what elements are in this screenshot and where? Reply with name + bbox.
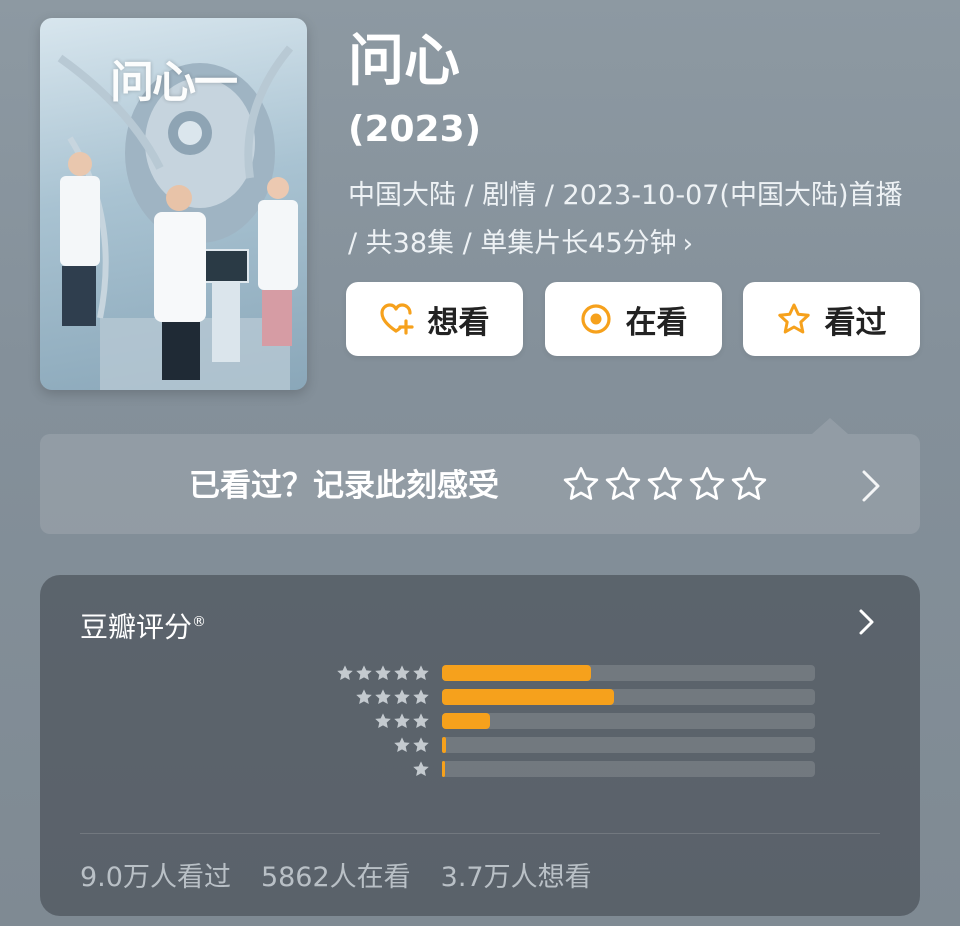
watching-button[interactable]: 在看 <box>545 282 722 356</box>
watch-stats: 9.0万人看过 5862人在看 3.7万人想看 <box>80 858 592 898</box>
star-filled-icon <box>375 665 391 681</box>
star-filled-icon <box>413 665 429 681</box>
want-to-watch-button[interactable]: 想看 <box>346 282 523 356</box>
star-filled-icon <box>337 665 353 681</box>
star-filled-icon <box>375 713 391 729</box>
star-filled-icon <box>413 689 429 705</box>
star-outline-icon[interactable] <box>604 466 642 502</box>
movie-meta-text: 中国大陆 / 剧情 / 2023-10-07(中国大陆)首播 / 共38集 / … <box>348 180 903 259</box>
distribution-bar-fill <box>442 737 446 753</box>
watching-label: 在看 <box>625 304 688 341</box>
distribution-bar-track <box>442 761 815 777</box>
distribution-bar-track <box>442 713 815 729</box>
watched-label: 看过 <box>824 304 887 341</box>
star-filled-icon <box>394 737 410 753</box>
chevron-right-icon: › <box>682 229 694 259</box>
star-rating-label <box>336 664 430 682</box>
poster-title-logo: 问心一 <box>110 57 238 108</box>
star-outline-icon[interactable] <box>730 466 768 502</box>
chevron-right-icon[interactable] <box>856 606 878 642</box>
poster-image[interactable]: 问心一 <box>40 18 307 390</box>
star-filled-icon <box>413 713 429 729</box>
star-filled-icon <box>394 713 410 729</box>
star-filled-icon <box>394 665 410 681</box>
star-filled-icon <box>356 665 372 681</box>
star-outline-icon <box>777 303 810 334</box>
star-rating-label <box>355 688 430 706</box>
star-rating-label <box>374 712 430 730</box>
star-rating-label <box>393 736 430 754</box>
want-to-watch-label: 想看 <box>427 304 490 341</box>
watched-count: 9.0万人看过 <box>80 862 231 893</box>
distribution-bar-fill <box>442 761 445 777</box>
star-filled-icon <box>413 737 429 753</box>
chevron-right-icon[interactable] <box>858 466 884 510</box>
star-filled-icon <box>356 689 372 705</box>
distribution-bar-track <box>442 737 815 753</box>
star-filled-icon <box>375 689 391 705</box>
score-title: 豆瓣评分® <box>80 602 206 647</box>
star-filled-icon <box>394 689 410 705</box>
movie-meta-link[interactable]: 中国大陆 / 剧情 / 2023-10-07(中国大陆)首播 / 共38集 / … <box>348 172 908 268</box>
distribution-bar-fill <box>442 689 614 705</box>
want-count: 3.7万人想看 <box>440 862 592 893</box>
distribution-bar-fill <box>442 713 490 729</box>
star-filled-icon <box>413 761 429 777</box>
rating-stars-input[interactable] <box>562 466 768 502</box>
distribution-bar-track <box>442 689 815 705</box>
distribution-bar-fill <box>442 665 591 681</box>
heart-plus-icon <box>379 303 414 335</box>
star-outline-icon[interactable] <box>688 466 726 502</box>
watched-button[interactable]: 看过 <box>743 282 920 356</box>
release-year: (2023) <box>348 109 482 150</box>
distribution-bar-track <box>442 665 815 681</box>
registered-mark: ® <box>192 614 207 630</box>
score-title-text: 豆瓣评分 <box>80 610 193 644</box>
rate-prompt-text: 已看过？记录此刻感受 <box>189 468 499 504</box>
star-outline-icon[interactable] <box>562 466 600 502</box>
star-outline-icon[interactable] <box>646 466 684 502</box>
divider <box>80 833 880 834</box>
star-rating-label <box>412 760 430 778</box>
popover-caret <box>812 418 848 434</box>
page-title: 问心 <box>348 29 460 94</box>
watching-count: 5862人在看 <box>260 862 411 893</box>
target-circle-icon <box>580 304 611 334</box>
